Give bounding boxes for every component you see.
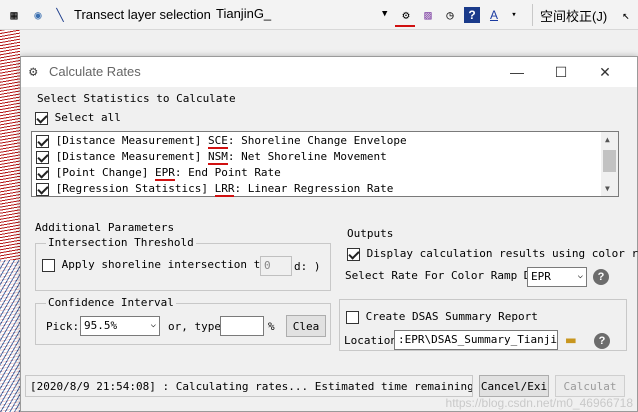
stat-category: [Point Change] — [55, 166, 155, 179]
intersection-label: Intersection Threshold — [46, 236, 196, 249]
outputs-label: Outputs — [347, 227, 394, 240]
color-ramp-label: Select Rate For Color Ramp Dis — [345, 269, 544, 282]
minimize-button[interactable]: — — [503, 61, 531, 83]
confidence-label: Confidence Interval — [46, 296, 176, 309]
toolbar-overflow-icon[interactable]: ▾ — [506, 7, 522, 23]
gear-icon: ⚙ — [29, 64, 38, 80]
summary-checkbox[interactable] — [346, 310, 359, 324]
chevron-down-icon[interactable]: ▼ — [382, 9, 387, 19]
stat-desc: : Linear Regression Rate — [234, 182, 394, 195]
transect-icon[interactable]: ╲ — [52, 7, 68, 23]
scrollbar-thumb[interactable] — [603, 150, 616, 172]
status-area: [2020/8/9 21:54:08] : Calculating rates.… — [21, 370, 637, 412]
additional-params-label: Additional Parameters — [35, 221, 175, 234]
pick-label: Pick: — [46, 320, 80, 333]
display-results-checkbox[interactable] — [347, 247, 360, 261]
confidence-pick-select[interactable]: 95.5% ⌵ — [80, 316, 160, 336]
summary-row[interactable]: Create DSAS Summary Report — [346, 310, 538, 324]
stat-category: [Distance Measurement] — [55, 150, 208, 163]
intersection-group: Intersection Threshold Apply shoreline i… — [35, 236, 331, 291]
intersection-suffix: d: ) — [294, 260, 321, 273]
settings-gear-icon[interactable]: ⚙ — [398, 7, 414, 23]
list-item[interactable]: [Point Change] EPR: End Point Rate — [36, 166, 281, 181]
display-results-label: Display calculation results using color … — [366, 247, 638, 260]
intersection-row[interactable]: Apply shoreline intersection thr — [42, 258, 274, 272]
close-button[interactable]: ✕ — [591, 61, 619, 83]
chevron-down-icon[interactable]: ▼ — [605, 184, 610, 193]
globe-icon[interactable]: ◉ — [30, 7, 46, 23]
intersection-checkbox-label: Apply shoreline intersection thr — [61, 258, 274, 271]
summary-label: Create DSAS Summary Report — [365, 310, 538, 323]
status-message: [2020/8/9 21:54:08] : Calculating rates.… — [25, 375, 473, 397]
select-all-label: Select all — [54, 111, 121, 124]
stat-checkbox[interactable] — [36, 150, 49, 164]
toolbar-title: Transect layer selection — [74, 7, 211, 22]
display-results-row[interactable]: Display calculation results using color … — [347, 247, 638, 261]
watermark: https://blog.csdn.net/m0_46966718 — [445, 396, 633, 410]
stat-code: EPR — [154, 166, 175, 181]
stat-checkbox[interactable] — [36, 182, 49, 196]
toolbar-separator — [532, 4, 533, 26]
calculate-button[interactable]: Calculat — [555, 375, 625, 397]
stat-checkbox[interactable] — [36, 134, 49, 148]
annotation-underline — [395, 25, 415, 27]
transect-layer-value: TianjinG_ — [216, 6, 272, 21]
folder-icon[interactable]: ▬ — [566, 330, 576, 349]
clock-icon[interactable]: ◷ — [442, 7, 458, 23]
stat-code: LRR — [214, 182, 235, 197]
help-icon[interactable]: ? — [593, 269, 609, 285]
select-stats-label: Select Statistics to Calculate — [35, 92, 238, 105]
stat-desc: : Shoreline Change Envelope — [227, 134, 407, 147]
confidence-type-input[interactable] — [220, 316, 264, 336]
location-value: :EPR\DSAS_Summary_TianjinG_ — [398, 333, 557, 346]
cancel-exit-button[interactable]: Cancel/Exi — [479, 375, 549, 397]
dialog-title: Calculate Rates — [49, 64, 141, 79]
text-color-icon[interactable]: A — [486, 7, 502, 23]
threshold-value: 0 — [264, 259, 271, 272]
stats-list[interactable]: [Distance Measurement] SCE: Shoreline Ch… — [31, 131, 619, 197]
stat-category: [Distance Measurement] — [55, 134, 208, 147]
help-icon[interactable]: ? — [464, 7, 480, 23]
help-icon[interactable]: ? — [594, 333, 610, 349]
grid-icon[interactable]: ▦ — [6, 7, 22, 23]
color-ramp-value: EPR — [531, 270, 551, 283]
chevron-up-icon[interactable]: ▲ — [605, 135, 610, 144]
transect-layer-select[interactable]: TianjinG_ — [214, 5, 394, 25]
location-input[interactable]: :EPR\DSAS_Summary_TianjinG_ — [394, 330, 558, 350]
chevron-down-icon: ⌵ — [577, 271, 583, 281]
pointer-icon[interactable]: ↖ — [618, 7, 634, 23]
confidence-pick-value: 95.5% — [84, 319, 118, 332]
summary-group: Create DSAS Summary Report Location :EPR… — [339, 299, 627, 351]
map-canvas-strip-blue — [0, 260, 20, 412]
calculate-rates-dialog: ⚙ Calculate Rates — ☐ ✕ Select Statistic… — [20, 56, 638, 412]
chevron-down-icon: ⌵ — [150, 320, 156, 330]
stat-code: SCE — [207, 134, 228, 149]
arcmap-toolbar: ▦ ◉ ╲ Transect layer selection TianjinG_… — [0, 0, 638, 30]
clear-button[interactable]: Clea — [286, 315, 326, 337]
stat-desc: : End Point Rate — [174, 166, 281, 179]
dialog-titlebar: ⚙ Calculate Rates — ☐ ✕ — [21, 57, 637, 87]
location-label: Location — [344, 334, 397, 347]
intersection-threshold-input[interactable]: 0 — [260, 256, 292, 276]
spatial-adjustment-menu[interactable]: 空间校正(J) — [540, 6, 607, 25]
select-all-row[interactable]: Select all — [35, 111, 121, 125]
color-ramp-select[interactable]: EPR ⌵ — [527, 267, 587, 287]
stat-checkbox[interactable] — [36, 166, 49, 180]
list-item[interactable]: [Distance Measurement] NSM: Net Shorelin… — [36, 150, 387, 165]
stats-scrollbar[interactable]: ▲ ▼ — [601, 132, 618, 196]
maximize-button[interactable]: ☐ — [547, 61, 575, 83]
stat-category: [Regression Statistics] — [55, 182, 215, 195]
percent-label: % — [268, 320, 275, 333]
confidence-group: Confidence Interval Pick: 95.5% ⌵ or, ty… — [35, 296, 331, 345]
or-type-label: or, type: — [168, 320, 228, 333]
stat-code: NSM — [207, 150, 228, 165]
status-text: [2020/8/9 21:54:08] : Calculating rates.… — [30, 380, 473, 393]
stat-desc: : Net Shoreline Movement — [227, 150, 387, 163]
select-all-checkbox[interactable] — [35, 111, 48, 125]
list-item[interactable]: [Distance Measurement] SCE: Shoreline Ch… — [36, 134, 407, 149]
hatch-icon[interactable]: ▨ — [420, 7, 436, 23]
list-item[interactable]: [Regression Statistics] LRR: Linear Regr… — [36, 182, 394, 197]
intersection-checkbox[interactable] — [42, 258, 55, 272]
